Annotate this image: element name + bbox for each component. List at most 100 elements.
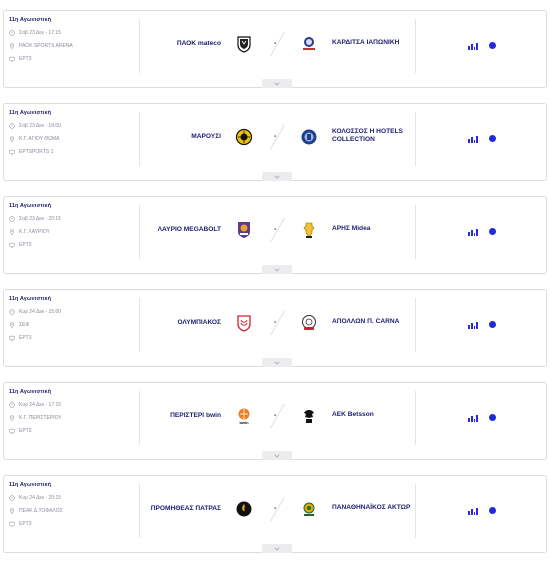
- home-team-name[interactable]: ΛΑΥΡΙΟ MEGABOLT: [158, 197, 221, 261]
- away-team-name[interactable]: ΑΡΗΣ Midea: [332, 197, 370, 261]
- expand-button[interactable]: [262, 544, 292, 553]
- paok-logo[interactable]: [235, 35, 253, 53]
- score-slash: [270, 217, 285, 243]
- maroussi-logo[interactable]: [235, 128, 253, 146]
- home-team-name[interactable]: ΠΕΡΙΣΤΕΡΙ bwin: [170, 383, 221, 447]
- match-info: 11η Αγωνιστική Σαβ 23 Δεκ - 20:15 Κ.Γ. Λ…: [9, 203, 137, 248]
- home-team-name[interactable]: ΟΛΥΜΠΙΑΚΟΣ: [177, 290, 221, 354]
- divider: [415, 19, 416, 73]
- home-team-label: ΠΑΟΚ mateco: [176, 39, 221, 47]
- tv-text: ΕΡΤ3: [19, 335, 32, 341]
- match-card[interactable]: 11η Αγωνιστική Κυρ 24 Δεκ - 20:15 ΠΕΑΚ Δ…: [3, 475, 547, 553]
- tv-icon: [9, 521, 15, 527]
- kolossos-logo[interactable]: [300, 128, 318, 146]
- match-info: 11η Αγωνιστική Κυρ 24 Δεκ - 20:15 ΠΕΑΚ Δ…: [9, 482, 137, 527]
- bar-chart-icon[interactable]: [467, 226, 479, 238]
- live-dot[interactable]: [489, 507, 496, 514]
- venue-text: Κ.Γ. ΛΑΥΡΙΟΥ: [19, 229, 50, 235]
- chevron-down-icon: [274, 547, 280, 551]
- home-team-name[interactable]: ΜΑΡΟΥΣΙ: [191, 104, 221, 168]
- karditsa-logo[interactable]: [300, 35, 318, 53]
- away-team-name[interactable]: ΑΕΚ Betsson: [332, 383, 374, 447]
- away-team-name[interactable]: ΑΠΟΛΛΩΝ Π. CARNA: [332, 290, 399, 354]
- divider: [139, 112, 140, 166]
- live-dot[interactable]: [489, 42, 496, 49]
- match-card[interactable]: 11η Αγωνιστική Κυρ 24 Δεκ - 15:00 ΣΕΦ ΕΡ…: [3, 289, 547, 367]
- divider: [139, 484, 140, 538]
- location-pin-icon: [9, 136, 15, 142]
- score-area: -: [267, 31, 289, 57]
- round-label: 11η Αγωνιστική: [9, 17, 52, 23]
- away-team-name[interactable]: ΠΑΝΑΘΗΝΑΪΚΟΣ ΑΚΤΩΡ: [332, 476, 410, 540]
- bar-chart-icon[interactable]: [467, 319, 479, 331]
- live-dot[interactable]: [489, 414, 496, 421]
- divider: [139, 298, 140, 352]
- score-separator: -: [274, 319, 277, 326]
- tv-icon: [9, 56, 15, 62]
- round-label: 11η Αγωνιστική: [9, 110, 52, 116]
- clock-icon: [9, 216, 15, 222]
- home-team-label: ΠΕΡΙΣΤΕΡΙ bwin: [170, 411, 221, 419]
- match-card[interactable]: 11η Αγωνιστική Σαβ 23 Δεκ - 20:15 Κ.Γ. Λ…: [3, 196, 547, 274]
- olympiacos-logo[interactable]: [235, 314, 253, 332]
- match-card[interactable]: 11η Αγωνιστική Σαβ 23 Δεκ - 18:00 Κ.Γ. Α…: [3, 103, 547, 181]
- clock-icon: [9, 402, 15, 408]
- score-separator: -: [274, 133, 277, 140]
- svg-text:bwin: bwin: [239, 420, 249, 425]
- bar-chart-icon[interactable]: [467, 40, 479, 52]
- live-dot[interactable]: [489, 321, 496, 328]
- divider: [415, 205, 416, 259]
- datetime-text: Σαβ 23 Δεκ - 17:15: [19, 30, 61, 36]
- score-slash: [270, 403, 285, 429]
- match-tv: ΕΡΤ3: [9, 56, 137, 62]
- score-slash: [270, 31, 285, 57]
- clock-icon: [9, 30, 15, 36]
- match-tv: ΕΡΤ3: [9, 428, 137, 434]
- expand-button[interactable]: [262, 79, 292, 88]
- divider: [415, 484, 416, 538]
- match-datetime: Κυρ 24 Δεκ - 17:15: [9, 402, 137, 408]
- home-team-name[interactable]: ΠΡΟΜΗΘΕΑΣ ΠΑΤΡΑΣ: [151, 476, 221, 540]
- expand-button[interactable]: [262, 172, 292, 181]
- location-pin-icon: [9, 43, 15, 49]
- home-team-label: ΠΡΟΜΗΘΕΑΣ ΠΑΤΡΑΣ: [150, 504, 221, 512]
- tv-text: ΕΡΤ3: [19, 56, 32, 62]
- aek-logo[interactable]: [300, 407, 318, 425]
- expand-button[interactable]: [262, 451, 292, 460]
- score-separator: -: [274, 40, 277, 47]
- chevron-down-icon: [274, 268, 280, 272]
- divider: [139, 391, 140, 445]
- score-separator: -: [274, 226, 277, 233]
- expand-button[interactable]: [262, 358, 292, 367]
- away-team-label: ΚΟΛΟΣΣΟΣ H HOTELS COLLECTION: [332, 128, 403, 143]
- match-venue: Κ.Γ. ΠΕΡΙΣΤΕΡΙΟΥ: [9, 415, 137, 421]
- match-info: 11η Αγωνιστική Κυρ 24 Δεκ - 17:15 Κ.Γ. Π…: [9, 389, 137, 434]
- round-label: 11η Αγωνιστική: [9, 482, 52, 488]
- chevron-down-icon: [274, 361, 280, 365]
- tv-text: ΕΡΤ3: [19, 428, 32, 434]
- panathinaikos-logo[interactable]: [300, 500, 318, 518]
- aris-logo[interactable]: [300, 221, 318, 239]
- promitheas-logo[interactable]: [235, 500, 253, 518]
- lavrio-logo[interactable]: [235, 221, 253, 239]
- away-team-name[interactable]: ΚΟΛΟΣΣΟΣ H HOTELS COLLECTION: [332, 104, 416, 168]
- match-card[interactable]: 11η Αγωνιστική Κυρ 24 Δεκ - 17:15 Κ.Γ. Π…: [3, 382, 547, 460]
- datetime-text: Σαβ 23 Δεκ - 18:00: [19, 123, 61, 129]
- expand-button[interactable]: [262, 265, 292, 274]
- score-area: -: [267, 124, 289, 150]
- apollon-logo[interactable]: [300, 314, 318, 332]
- away-team-name[interactable]: ΚΑΡΔΙΤΣΑ ΙΑΠΩΝΙΚΗ: [332, 11, 399, 75]
- bar-chart-icon[interactable]: [467, 133, 479, 145]
- clock-icon: [9, 309, 15, 315]
- datetime-text: Κυρ 24 Δεκ - 17:15: [19, 402, 62, 408]
- bar-chart-icon[interactable]: [467, 505, 479, 517]
- match-card[interactable]: 11η Αγωνιστική Σαβ 23 Δεκ - 17:15 PAOK S…: [3, 10, 547, 88]
- home-team-label: ΟΛΥΜΠΙΑΚΟΣ: [177, 318, 221, 326]
- live-dot[interactable]: [489, 135, 496, 142]
- live-dot[interactable]: [489, 228, 496, 235]
- bar-chart-icon[interactable]: [467, 412, 479, 424]
- clock-icon: [9, 495, 15, 501]
- home-team-label: ΜΑΡΟΥΣΙ: [191, 132, 221, 140]
- home-team-name[interactable]: ΠΑΟΚ mateco: [177, 11, 221, 75]
- peristeri-logo[interactable]: bwin: [235, 407, 253, 425]
